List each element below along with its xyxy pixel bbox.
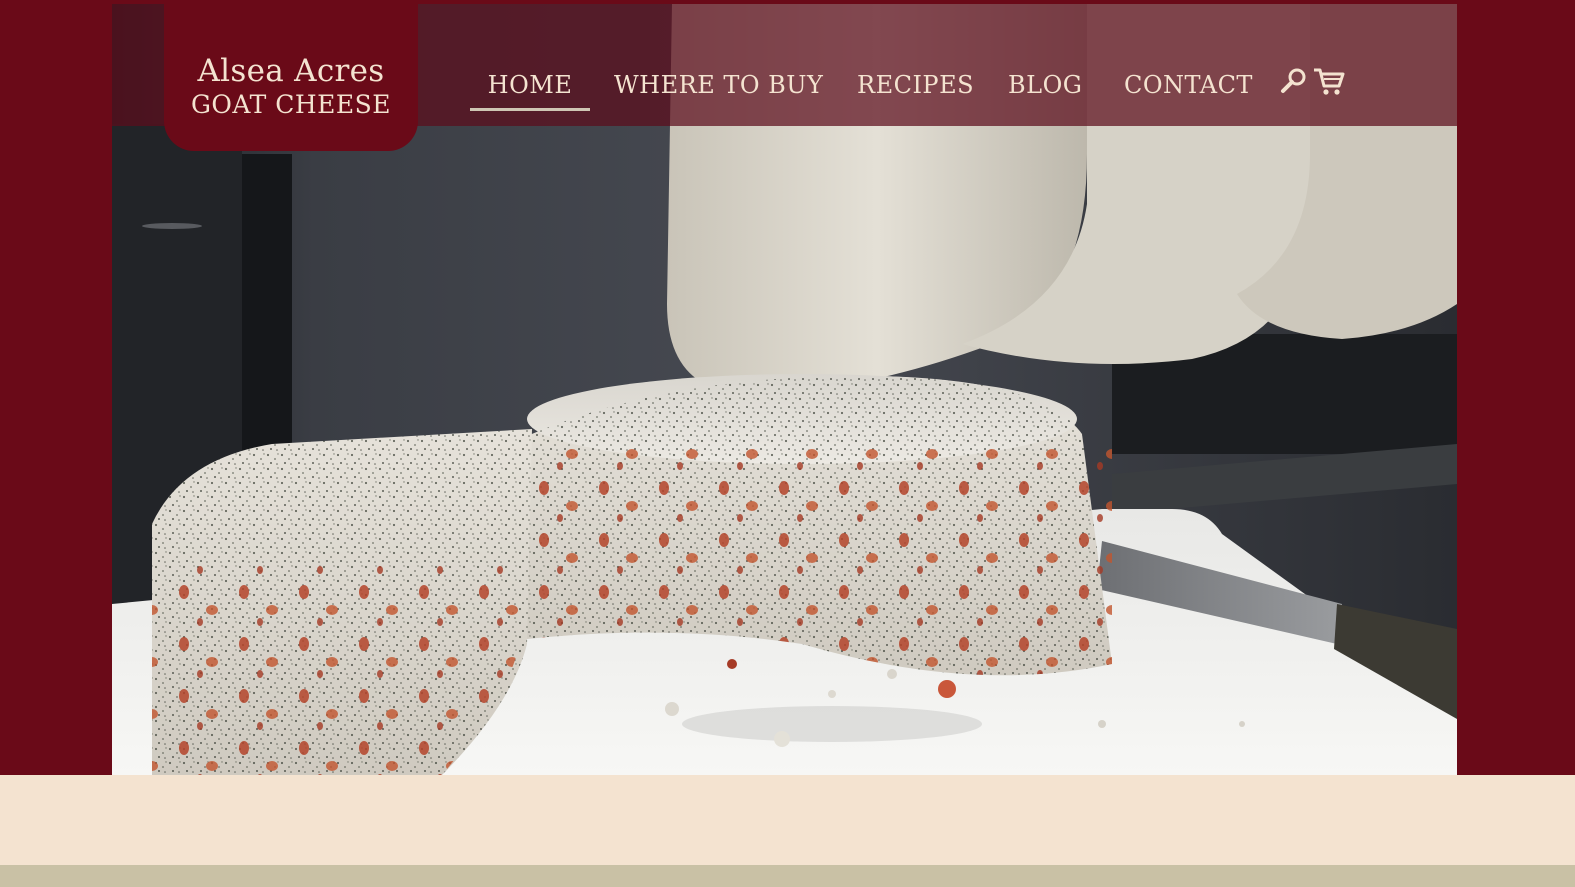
nav-contact[interactable]: CONTACT xyxy=(1124,68,1253,108)
search-icon[interactable] xyxy=(1279,66,1309,98)
logo-title: Alsea Acres xyxy=(197,53,385,89)
site-logo[interactable]: Alsea Acres GOAT CHEESE xyxy=(164,4,418,151)
nav-recipes[interactable]: RECIPES xyxy=(857,68,974,108)
content-band xyxy=(0,775,1575,865)
page: Alsea Acres GOAT CHEESE HOME WHERE TO BU… xyxy=(0,0,1575,887)
nav-blog[interactable]: BLOG xyxy=(1008,68,1082,108)
logo-subtitle: GOAT CHEESE xyxy=(190,90,392,119)
cart-icon[interactable] xyxy=(1312,66,1345,98)
nav-home[interactable]: HOME xyxy=(470,68,590,111)
footer-band xyxy=(0,865,1575,887)
nav-where-to-buy[interactable]: WHERE TO BUY xyxy=(614,68,823,108)
